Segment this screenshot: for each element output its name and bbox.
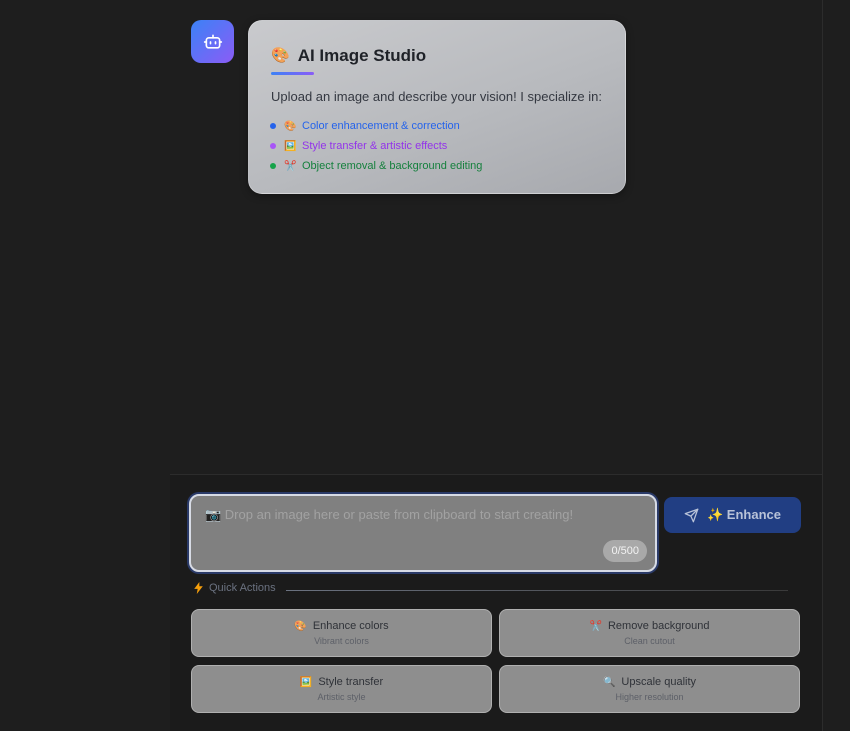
bullet-dot-icon: [270, 143, 276, 149]
palette-icon: 🎨: [284, 120, 297, 132]
feature-label: Object removal & background editing: [302, 160, 483, 172]
lightning-icon: [194, 582, 203, 594]
right-divider: [822, 0, 823, 731]
scissors-icon: ✂️: [284, 160, 297, 172]
feature-list: 🎨 Color enhancement & correction 🖼️ Styl…: [270, 116, 482, 176]
title-underline: [271, 72, 314, 75]
action-title: Upscale quality: [621, 676, 697, 688]
framed-picture-icon: 🖼️: [284, 140, 297, 152]
feature-label: Style transfer & artistic effects: [302, 140, 448, 152]
send-icon: [684, 508, 699, 522]
bullet-dot-icon: [270, 163, 276, 169]
enhance-button[interactable]: ✨ Enhance: [664, 497, 801, 533]
style-transfer-button[interactable]: 🖼️ Style transfer Artistic style: [191, 665, 492, 713]
remove-background-button[interactable]: ✂️ Remove background Clean cutout: [499, 609, 800, 657]
card-title: AI Image Studio: [297, 46, 427, 65]
quick-actions-header: Quick Actions: [194, 582, 276, 594]
action-title: Enhance colors: [312, 620, 389, 632]
card-header: 🎨 AI Image Studio: [271, 46, 426, 66]
upscale-quality-button[interactable]: 🔍 Upscale quality Higher resolution: [499, 665, 800, 713]
prompt-input[interactable]: [191, 496, 655, 570]
action-title: Remove background: [607, 620, 710, 632]
character-counter: 0/500: [603, 540, 647, 562]
robot-icon: [203, 34, 222, 49]
action-subtitle: Clean cutout: [624, 636, 675, 646]
action-subtitle: Higher resolution: [615, 692, 684, 702]
palette-icon: 🎨: [271, 47, 290, 64]
quick-actions-divider: [286, 590, 788, 591]
feature-item-style: 🖼️ Style transfer & artistic effects: [270, 136, 482, 156]
action-title: Style transfer: [318, 676, 384, 688]
enhance-button-label: ✨ Enhance: [707, 507, 781, 522]
palette-icon: 🎨: [294, 620, 307, 632]
card-intro: Upload an image and describe your vision…: [271, 89, 602, 104]
action-subtitle: Vibrant colors: [314, 636, 369, 646]
enhance-colors-button[interactable]: 🎨 Enhance colors Vibrant colors: [191, 609, 492, 657]
bullet-dot-icon: [270, 123, 276, 129]
feature-label: Color enhancement & correction: [302, 120, 460, 132]
prompt-input-container[interactable]: 0/500: [189, 494, 657, 572]
feature-item-object-removal: ✂️ Object removal & background editing: [270, 156, 482, 176]
assistant-message-card: 🎨 AI Image Studio Upload an image and de…: [248, 20, 626, 194]
action-subtitle: Artistic style: [317, 692, 366, 702]
magnifier-icon: 🔍: [602, 676, 616, 688]
bot-avatar: [191, 20, 234, 63]
quick-actions-label: Quick Actions: [209, 582, 276, 594]
scissors-icon: ✂️: [589, 620, 602, 632]
framed-picture-icon: 🖼️: [299, 676, 313, 688]
feature-item-color: 🎨 Color enhancement & correction: [270, 116, 482, 136]
